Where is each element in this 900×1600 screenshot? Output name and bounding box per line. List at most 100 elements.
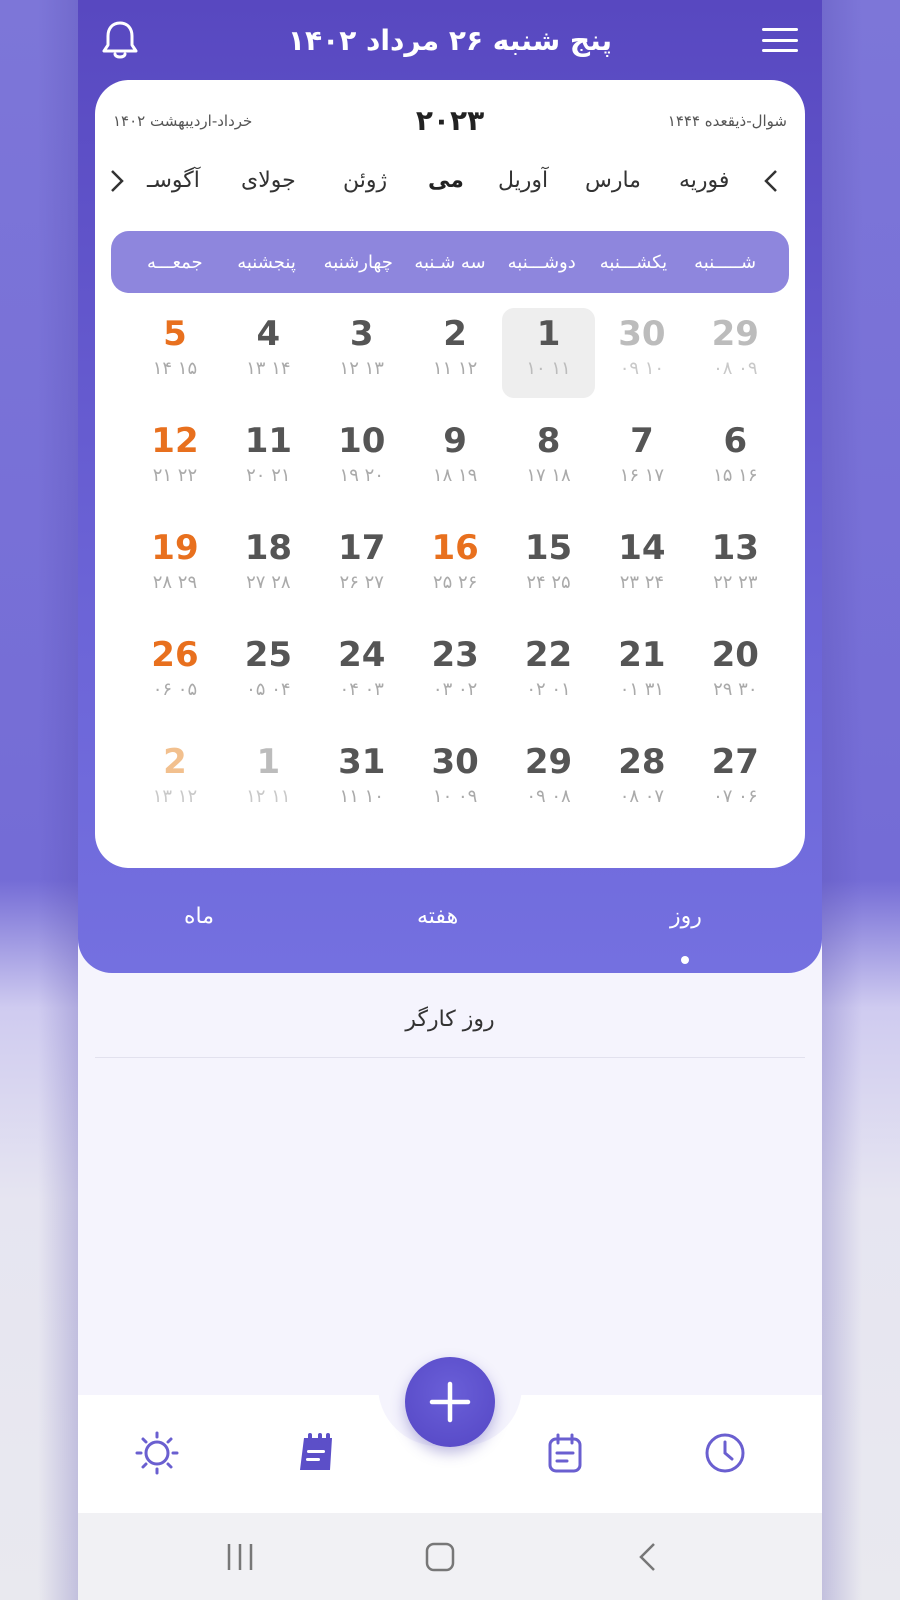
plus-icon (429, 1381, 471, 1423)
gregorian-date: 11 (244, 421, 293, 461)
secondary-dates: ۰۳ ۰۲ (432, 679, 478, 700)
gregorian-date: 7 (630, 421, 654, 461)
calendar-notes-icon[interactable] (294, 1430, 340, 1476)
secondary-dates: ۰۵ ۰۴ (246, 679, 291, 700)
calendar-day[interactable]: 8 ۱۷ ۱۸ (502, 415, 595, 505)
secondary-dates: ۲۴ ۲۵ (526, 572, 571, 593)
calendar-day[interactable]: 26 ۰۶ ۰۵ (128, 629, 221, 719)
secondary-dates: ۱۴ ۱۵ (152, 358, 198, 379)
calendar-day[interactable]: 11 ۲۰ ۲۱ (222, 415, 315, 505)
bell-icon[interactable] (98, 18, 142, 62)
gregorian-date: 24 (338, 635, 386, 675)
gregorian-date: 20 (711, 635, 759, 675)
calendar-week-row: 6 ۱۵ ۱۶ 7 ۱۶ ۱۷ 8 ۱۷ ۱۸ 9 ۱۸ ۱۹ 10 ۱۹ ۲۰ 11 ۲۰ ۲۱ 12… (128, 415, 782, 522)
calendar-day[interactable]: 23 ۰۳ ۰۲ (408, 629, 501, 719)
calendar-day[interactable]: 16 ۲۵ ۲۶ (408, 522, 501, 612)
calendar-day[interactable]: 14 ۲۳ ۲۴ (595, 522, 688, 612)
calendar-day[interactable]: 7 ۱۶ ۱۷ (595, 415, 688, 505)
calendar-day[interactable]: 17 ۲۶ ۲۷ (315, 522, 408, 612)
weekday-label: سه شـنبه (414, 251, 486, 273)
calendar-day[interactable]: 3 ۱۲ ۱۳ (315, 308, 408, 398)
month-item-august[interactable]: آگوسـ (147, 168, 200, 193)
gregorian-date: 30 (431, 742, 479, 782)
weekday-label: جمعـــه (146, 251, 203, 273)
calendar-day[interactable]: 19 ۲۸ ۲۹ (128, 522, 221, 612)
secondary-dates: ۲۸ ۲۹ (152, 572, 198, 593)
calendar-day[interactable]: 4 ۱۳ ۱۴ (222, 308, 315, 398)
month-selector: آگوسـ جولای ژوئن می آوریل مارس فوریه (95, 160, 805, 210)
gregorian-date: 16 (431, 528, 479, 568)
secondary-dates: ۱۷ ۱۸ (526, 465, 571, 486)
gregorian-date: 6 (723, 421, 748, 461)
calendar-day[interactable]: 31 ۱۱ ۱۰ (315, 736, 408, 826)
weekday-label: شـــــنبه (694, 251, 757, 273)
calendar-card-header: ۱۴۰۲ خرداد-اردیبهشت ۲۰۲۳ شوال-ذیقعده ۱۴۴… (95, 100, 805, 140)
calendar-day[interactable]: 12 ۲۱ ۲۲ (128, 415, 221, 505)
calendar-day[interactable]: 29 ۰۹ ۰۸ (502, 736, 595, 826)
chevron-right-icon[interactable] (105, 168, 129, 201)
gregorian-date: 14 (618, 528, 666, 568)
month-item-february[interactable]: فوریه (679, 168, 729, 193)
tab-week[interactable]: هفته (417, 904, 458, 929)
gregorian-date: 8 (536, 421, 561, 461)
calendar-day[interactable]: 6 ۱۵ ۱۶ (689, 415, 782, 505)
calendar-day[interactable]: 25 ۰۵ ۰۴ (222, 629, 315, 719)
secondary-dates: ۱۳ ۱۲ (152, 786, 198, 807)
month-item-june[interactable]: ژوئن (343, 168, 387, 193)
app-screen: پنج شنبه ۲۶ مرداد ۱۴۰۲ ۱۴۰۲ خرداد-اردیبه… (78, 0, 822, 1600)
background-blur-right (822, 0, 900, 1600)
calendar-day[interactable]: 10 ۱۹ ۲۰ (315, 415, 408, 505)
calendar-day[interactable]: 21 ۰۱ ۳۱ (595, 629, 688, 719)
menu-icon[interactable] (758, 22, 802, 58)
calendar-day[interactable]: 30 ۱۰ ۰۹ (408, 736, 501, 826)
back-icon[interactable] (628, 1537, 668, 1577)
calendar-day[interactable]: 15 ۲۴ ۲۵ (502, 522, 595, 612)
month-item-april[interactable]: آوریل (498, 168, 548, 193)
calendar-day[interactable]: 1 ۱۲ ۱۱ (222, 736, 315, 826)
secondary-dates: ۲۳ ۲۴ (619, 572, 665, 593)
month-item-march[interactable]: مارس (585, 168, 641, 193)
secondary-dates: ۰۲ ۰۱ (526, 679, 571, 700)
calendar-day[interactable]: 2 ۱۱ ۱۲ (408, 308, 501, 398)
view-switcher: ماه هفته روز (78, 890, 822, 964)
weekday-label: پنجشنبه (237, 251, 296, 273)
chevron-left-icon[interactable] (759, 168, 783, 201)
event-item[interactable]: روز کارگر (95, 985, 805, 1058)
gregorian-date: 29 (711, 314, 759, 354)
add-button[interactable] (405, 1357, 495, 1447)
system-navigation-bar (78, 1513, 822, 1600)
calendar-day[interactable]: 9 ۱۸ ۱۹ (408, 415, 501, 505)
secondary-dates: ۰۴ ۰۳ (339, 679, 384, 700)
secondary-dates: ۰۱ ۳۱ (619, 679, 665, 700)
secondary-dates: ۱۲ ۱۳ (339, 358, 384, 379)
calendar-day[interactable]: 20 ۲۹ ۳۰ (689, 629, 782, 719)
tab-month[interactable]: ماه (184, 904, 214, 929)
month-item-may[interactable]: می (428, 168, 464, 193)
secondary-dates: ۱۳ ۱۴ (246, 358, 291, 379)
calendar-day[interactable]: 24 ۰۴ ۰۳ (315, 629, 408, 719)
calendar-day[interactable]: 28 ۰۸ ۰۷ (595, 736, 688, 826)
calendar-day[interactable]: 29 ۰۸ ۰۹ (689, 308, 782, 398)
calendar-day[interactable]: 2 ۱۳ ۱۲ (128, 736, 221, 826)
secondary-dates: ۲۰ ۲۱ (246, 465, 291, 486)
secondary-dates: ۱۸ ۱۹ (432, 465, 478, 486)
clock-icon[interactable] (702, 1430, 748, 1476)
weather-icon[interactable] (134, 1430, 180, 1476)
recent-apps-icon[interactable] (220, 1537, 260, 1577)
secondary-dates: ۰۹ ۱۰ (619, 358, 665, 379)
calendar-day[interactable]: 30 ۰۹ ۱۰ (595, 308, 688, 398)
calendar-day[interactable]: 22 ۰۲ ۰۱ (502, 629, 595, 719)
calendar-day[interactable]: 27 ۰۷ ۰۶ (689, 736, 782, 826)
gregorian-date: 29 (524, 742, 573, 782)
calendar-day[interactable]: 13 ۲۲ ۲۳ (689, 522, 782, 612)
calendar-day[interactable]: 5 ۱۴ ۱۵ (128, 308, 221, 398)
tab-day[interactable]: روز (670, 904, 702, 929)
calendar-day-today[interactable]: 1 ۱۰ ۱۱ (501, 308, 596, 398)
gregorian-date: 15 (524, 528, 573, 568)
secondary-dates: ۲۷ ۲۸ (246, 572, 291, 593)
notes-icon[interactable] (542, 1430, 588, 1476)
gregorian-date: 19 (151, 528, 199, 568)
calendar-day[interactable]: 18 ۲۷ ۲۸ (222, 522, 315, 612)
month-item-july[interactable]: جولای (241, 168, 296, 193)
home-icon[interactable] (420, 1537, 460, 1577)
